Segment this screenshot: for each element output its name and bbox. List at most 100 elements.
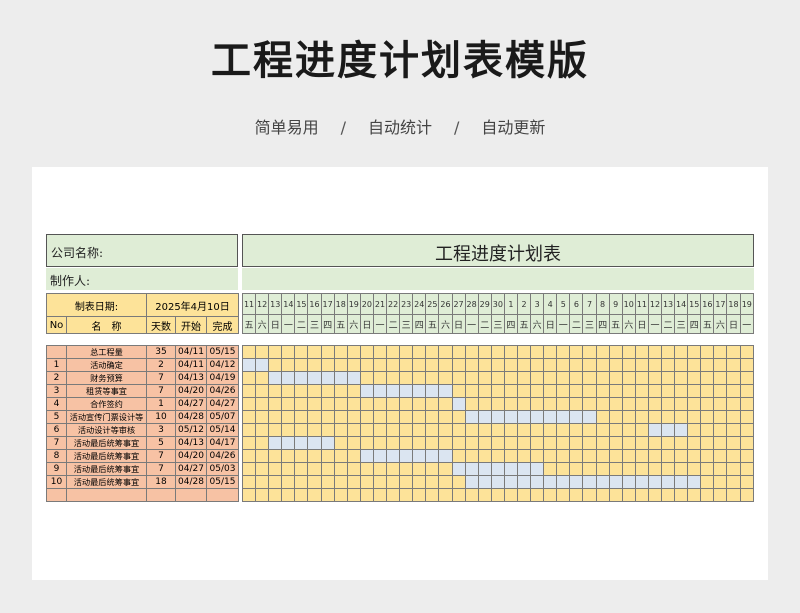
weekday-cell: 三 [582,314,597,334]
task-row[interactable]: 9 活动最后统筹事宜 7 04/27 05/03 [46,462,239,476]
gantt-cell [543,371,558,385]
gantt-cell [726,358,741,372]
gantt-cell [346,488,361,502]
task-row[interactable]: 3 租赁等事宜 7 04/20 04/26 [46,384,239,398]
gantt-bar-cell [451,397,466,411]
day-number-cell: 25 [425,293,440,315]
task-days: 7 [146,449,176,463]
gantt-cell [687,371,702,385]
gantt-cell [268,423,283,437]
weekday-cell: 二 [660,314,676,334]
day-number-cell: 24 [412,293,427,315]
gantt-cell [320,384,335,398]
gantt-cell [595,436,610,450]
company-name-cell[interactable]: 公司名称: [46,234,238,267]
gantt-cell [320,488,335,502]
gantt-cell [294,358,309,372]
gantt-cell [713,475,728,489]
gantt-cell [647,397,663,411]
gantt-cell [595,371,610,385]
gantt-cell [372,345,388,359]
gantt-cell [320,449,335,463]
gantt-cell [687,397,702,411]
weekday-cell: 二 [386,314,401,334]
task-row[interactable]: 7 活动最后统筹事宜 5 04/13 04/17 [46,436,239,450]
task-row[interactable]: 5 活动宣传门票设计等 10 04/28 05/07 [46,410,239,424]
gantt-row [241,423,755,437]
gantt-bar-cell [464,475,479,489]
gantt-cell [241,423,257,437]
task-end: 04/17 [206,436,239,450]
gantt-bar-cell [674,423,689,437]
chart-title: 工程进度计划表 [435,244,561,265]
date-value[interactable]: 2025年4月10日 [145,293,240,317]
gantt-cell [621,371,636,385]
gantt-cell [346,423,361,437]
gantt-cell [726,475,741,489]
gantt-cell [294,410,309,424]
page-title: 工程进度计划表模版 [211,38,589,84]
task-row[interactable]: 2 财务预算 7 04/13 04/19 [46,371,239,385]
task-start: 04/28 [175,475,207,489]
gantt-bar-cell [359,449,374,463]
task-start: 04/11 [175,345,207,359]
gantt-cell [739,371,755,385]
weekday-cell: 日 [359,314,374,334]
gantt-cell [660,371,676,385]
gantt-cell [386,345,401,359]
maker-value-cell[interactable] [242,268,754,290]
gantt-cell [726,384,741,398]
task-days: 1 [146,397,176,411]
gantt-cell [582,462,597,476]
gantt-cell [660,397,676,411]
gantt-cell [425,371,440,385]
gantt-row [241,384,755,398]
task-days: 35 [146,345,176,359]
weekday-cell: 三 [490,314,505,334]
gantt-cell [386,436,401,450]
day-number-cell: 15 [687,293,702,315]
gantt-cell [739,397,755,411]
task-row[interactable]: 1 活动确定 2 04/11 04/12 [46,358,239,372]
gantt-cell [425,462,440,476]
gantt-cell [241,488,257,502]
task-row[interactable]: 10 活动最后统筹事宜 18 04/28 05/15 [46,475,239,489]
gantt-cell [477,345,492,359]
task-row[interactable]: 4 合作签约 1 04/27 04/27 [46,397,239,411]
maker-cell[interactable]: 制作人: [46,268,238,290]
gantt-cell [569,436,584,450]
gantt-cell [490,436,505,450]
gantt-bar-cell [477,410,492,424]
gantt-cell [503,488,518,502]
gantt-cell [386,462,401,476]
task-row[interactable]: 总工程量 35 04/11 05/15 [46,345,239,359]
gantt-cell [359,423,374,437]
gantt-cell [241,410,257,424]
gantt-cell [647,384,663,398]
gantt-cell [268,358,283,372]
task-number: 3 [46,384,67,398]
gantt-cell [333,475,348,489]
gantt-cell [621,436,636,450]
gantt-cell [530,345,545,359]
gantt-bar-cell [621,475,636,489]
gantt-cell [713,371,728,385]
gantt-cell [556,462,571,476]
weekday-cell: 五 [425,314,440,334]
task-end: 04/26 [206,449,239,463]
gantt-cell [569,462,584,476]
gantt-cell [660,384,676,398]
gantt-cell [477,384,492,398]
gantt-cell [255,384,270,398]
gantt-bar-cell [255,358,270,372]
task-row[interactable]: 6 活动设计等审核 3 05/12 05/14 [46,423,239,437]
gantt-cell [608,488,623,502]
gantt-cell [268,345,283,359]
tagline-item: 自动统计 [367,118,432,137]
gantt-cell [556,371,571,385]
gantt-cell [674,410,689,424]
task-row[interactable]: 8 活动最后统筹事宜 7 04/20 04/26 [46,449,239,463]
gantt-cell [634,371,649,385]
gantt-cell [503,358,518,372]
gantt-cell [739,358,755,372]
